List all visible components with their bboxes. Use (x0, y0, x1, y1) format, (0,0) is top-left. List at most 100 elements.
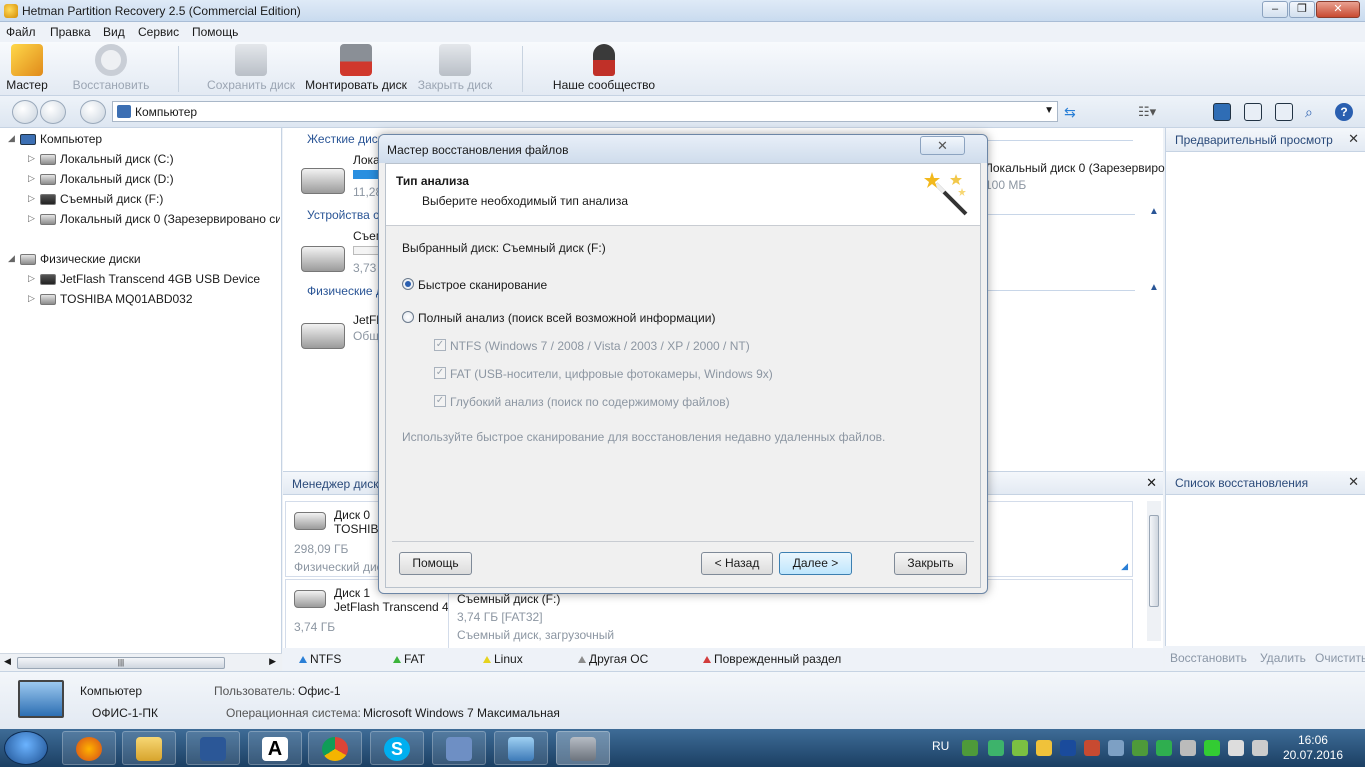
expand-arrow-icon[interactable]: ▷ (28, 193, 35, 204)
taskbar-font-app[interactable]: A (248, 731, 302, 765)
full-scan-label[interactable]: Полный анализ (поиск всей возможной инфо… (418, 311, 715, 325)
usb-disk-icon[interactable] (301, 323, 345, 349)
close-disk-button[interactable]: Закрыть диск (416, 42, 494, 96)
expand-arrow-icon[interactable]: ▷ (28, 273, 35, 284)
nvidia-icon[interactable] (1204, 740, 1220, 756)
expand-arrow-icon[interactable]: ▷ (28, 293, 35, 304)
deep-analysis-checkbox[interactable]: ✓ (434, 395, 446, 407)
full-scan-radio[interactable] (402, 311, 414, 323)
volume-muted-icon[interactable] (1084, 740, 1100, 756)
community-button[interactable]: Наше сообщество (550, 42, 658, 96)
speaker-icon[interactable] (1252, 740, 1268, 756)
taskbar-word[interactable] (186, 731, 240, 765)
tray-icon[interactable] (1108, 740, 1124, 756)
minimize-button[interactable]: – (1262, 1, 1288, 18)
disk-name[interactable]: Локальный диск 0 (Зарезервирован (985, 161, 1184, 175)
back-nav-button[interactable] (12, 100, 38, 124)
back-button[interactable]: < Назад (701, 552, 773, 575)
tree-item-physical-disks[interactable]: ◢ Физические диски (8, 251, 278, 269)
refresh-icon[interactable]: ⇆ (1064, 103, 1082, 121)
search-icon[interactable]: ⌕ (1305, 103, 1323, 121)
expand-arrow-icon[interactable]: ▷ (28, 213, 35, 224)
mount-disk-button[interactable]: Монтировать диск (304, 42, 408, 96)
tray-icon[interactable] (1132, 740, 1148, 756)
fat-checkbox[interactable]: ✓ (434, 367, 446, 379)
next-button[interactable]: Далее > (779, 552, 852, 575)
tree-item-disk[interactable]: ▷ Локальный диск (C:) (28, 151, 280, 169)
close-icon[interactable]: ✕ (1348, 474, 1359, 490)
taskbar-partition-recovery[interactable] (556, 731, 610, 765)
clock[interactable]: 16:06 20.07.2016 (1283, 733, 1343, 763)
help-icon[interactable]: ? (1335, 103, 1353, 121)
up-nav-button[interactable] (80, 100, 106, 124)
dialog-title-bar[interactable]: Мастер восстановления файлов ✕ (379, 135, 987, 163)
view-options-icon[interactable]: ☷▾ (1138, 103, 1156, 121)
menu-edit[interactable]: Правка (50, 25, 91, 39)
tree-item-disk[interactable]: ▷ Локальный диск (D:) (28, 171, 280, 189)
menu-file[interactable]: Файл (6, 25, 36, 39)
quick-scan-radio[interactable] (402, 278, 414, 290)
preview-pane-icon[interactable] (1213, 103, 1231, 121)
start-button[interactable] (4, 731, 48, 765)
group-header-physical[interactable]: Физические д (307, 284, 383, 298)
details-pane-icon[interactable] (1244, 103, 1262, 121)
tray-icon[interactable] (962, 740, 978, 756)
menu-help[interactable]: Помощь (192, 25, 238, 39)
wizard-button[interactable]: Мастер (4, 42, 50, 96)
maximize-button[interactable]: ❐ (1289, 1, 1315, 18)
taskbar-explorer[interactable] (122, 731, 176, 765)
help-button[interactable]: Помощь (399, 552, 472, 575)
windows-disk-icon[interactable] (301, 168, 345, 194)
tree-item-disk[interactable]: ▷ Локальный диск 0 (Зарезервировано си (28, 211, 280, 229)
clear-action[interactable]: Очистить (1315, 651, 1365, 665)
tree-item-physical[interactable]: ▷ JetFlash Transcend 4GB USB Device (28, 271, 280, 289)
expand-arrow-icon[interactable]: ◢ (8, 133, 15, 144)
scroll-right-icon[interactable]: ▶ (269, 656, 276, 667)
menu-view[interactable]: Вид (103, 25, 125, 39)
expand-arrow-icon[interactable]: ▷ (28, 173, 35, 184)
scrollbar-thumb[interactable]: ||| (17, 657, 225, 669)
taskbar-firefox[interactable] (62, 731, 116, 765)
address-input[interactable]: Компьютер ▼ (112, 101, 1058, 122)
save-icon[interactable] (1275, 103, 1293, 121)
ntfs-option-label[interactable]: NTFS (Windows 7 / 2008 / Vista / 2003 / … (450, 339, 750, 353)
deep-analysis-label[interactable]: Глубокий анализ (поиск по содержимому фа… (450, 395, 730, 409)
expand-arrow-icon[interactable]: ◢ (8, 253, 15, 264)
delete-action[interactable]: Удалить (1260, 651, 1306, 665)
taskbar-skype[interactable]: S (370, 731, 424, 765)
scroll-left-icon[interactable]: ◀ (4, 656, 11, 667)
tray-ru-icon[interactable] (1060, 740, 1076, 756)
tray-icon[interactable] (1012, 740, 1028, 756)
disk-manager-scrollbar[interactable] (1147, 501, 1161, 641)
scrollbar-thumb[interactable] (1149, 515, 1159, 607)
quick-scan-label[interactable]: Быстрое сканирование (418, 278, 547, 292)
flag-icon[interactable] (1228, 740, 1244, 756)
restore-button[interactable]: Восстановить (72, 42, 150, 96)
taskbar-viewer[interactable] (494, 731, 548, 765)
fat-option-label[interactable]: FAT (USB-носители, цифровые фотокамеры, … (450, 367, 773, 381)
save-disk-button[interactable]: Сохранить диск (206, 42, 296, 96)
close-icon[interactable]: ✕ (1146, 475, 1157, 491)
restore-action[interactable]: Восстановить (1170, 651, 1247, 665)
usb-disk-icon[interactable] (301, 246, 345, 272)
close-window-button[interactable]: ✕ (1316, 1, 1360, 18)
ntfs-checkbox[interactable]: ✓ (434, 339, 446, 351)
taskbar-chrome[interactable] (308, 731, 362, 765)
chevron-down-icon[interactable]: ▼ (1044, 105, 1054, 116)
tree-item-computer[interactable]: ◢ Компьютер (8, 131, 278, 149)
tree-item-disk[interactable]: ▷ Съемный диск (F:) (28, 191, 280, 209)
collapse-icon[interactable]: ▲ (1149, 206, 1159, 217)
tree-item-physical[interactable]: ▷ TOSHIBA MQ01ABD032 (28, 291, 280, 309)
forward-nav-button[interactable] (40, 100, 66, 124)
dialog-close-text-button[interactable]: Закрыть (894, 552, 967, 575)
tray-icon[interactable] (1156, 740, 1172, 756)
collapse-icon[interactable]: ▲ (1149, 282, 1159, 293)
group-header-removable[interactable]: Устройства с (307, 208, 379, 222)
menu-service[interactable]: Сервис (138, 25, 179, 39)
tray-icon[interactable] (988, 740, 1004, 756)
language-indicator[interactable]: RU (932, 739, 949, 753)
dialog-close-button[interactable]: ✕ (920, 136, 965, 155)
taskbar-app[interactable] (432, 731, 486, 765)
warning-icon[interactable] (1036, 740, 1052, 756)
network-icon[interactable] (1180, 740, 1196, 756)
